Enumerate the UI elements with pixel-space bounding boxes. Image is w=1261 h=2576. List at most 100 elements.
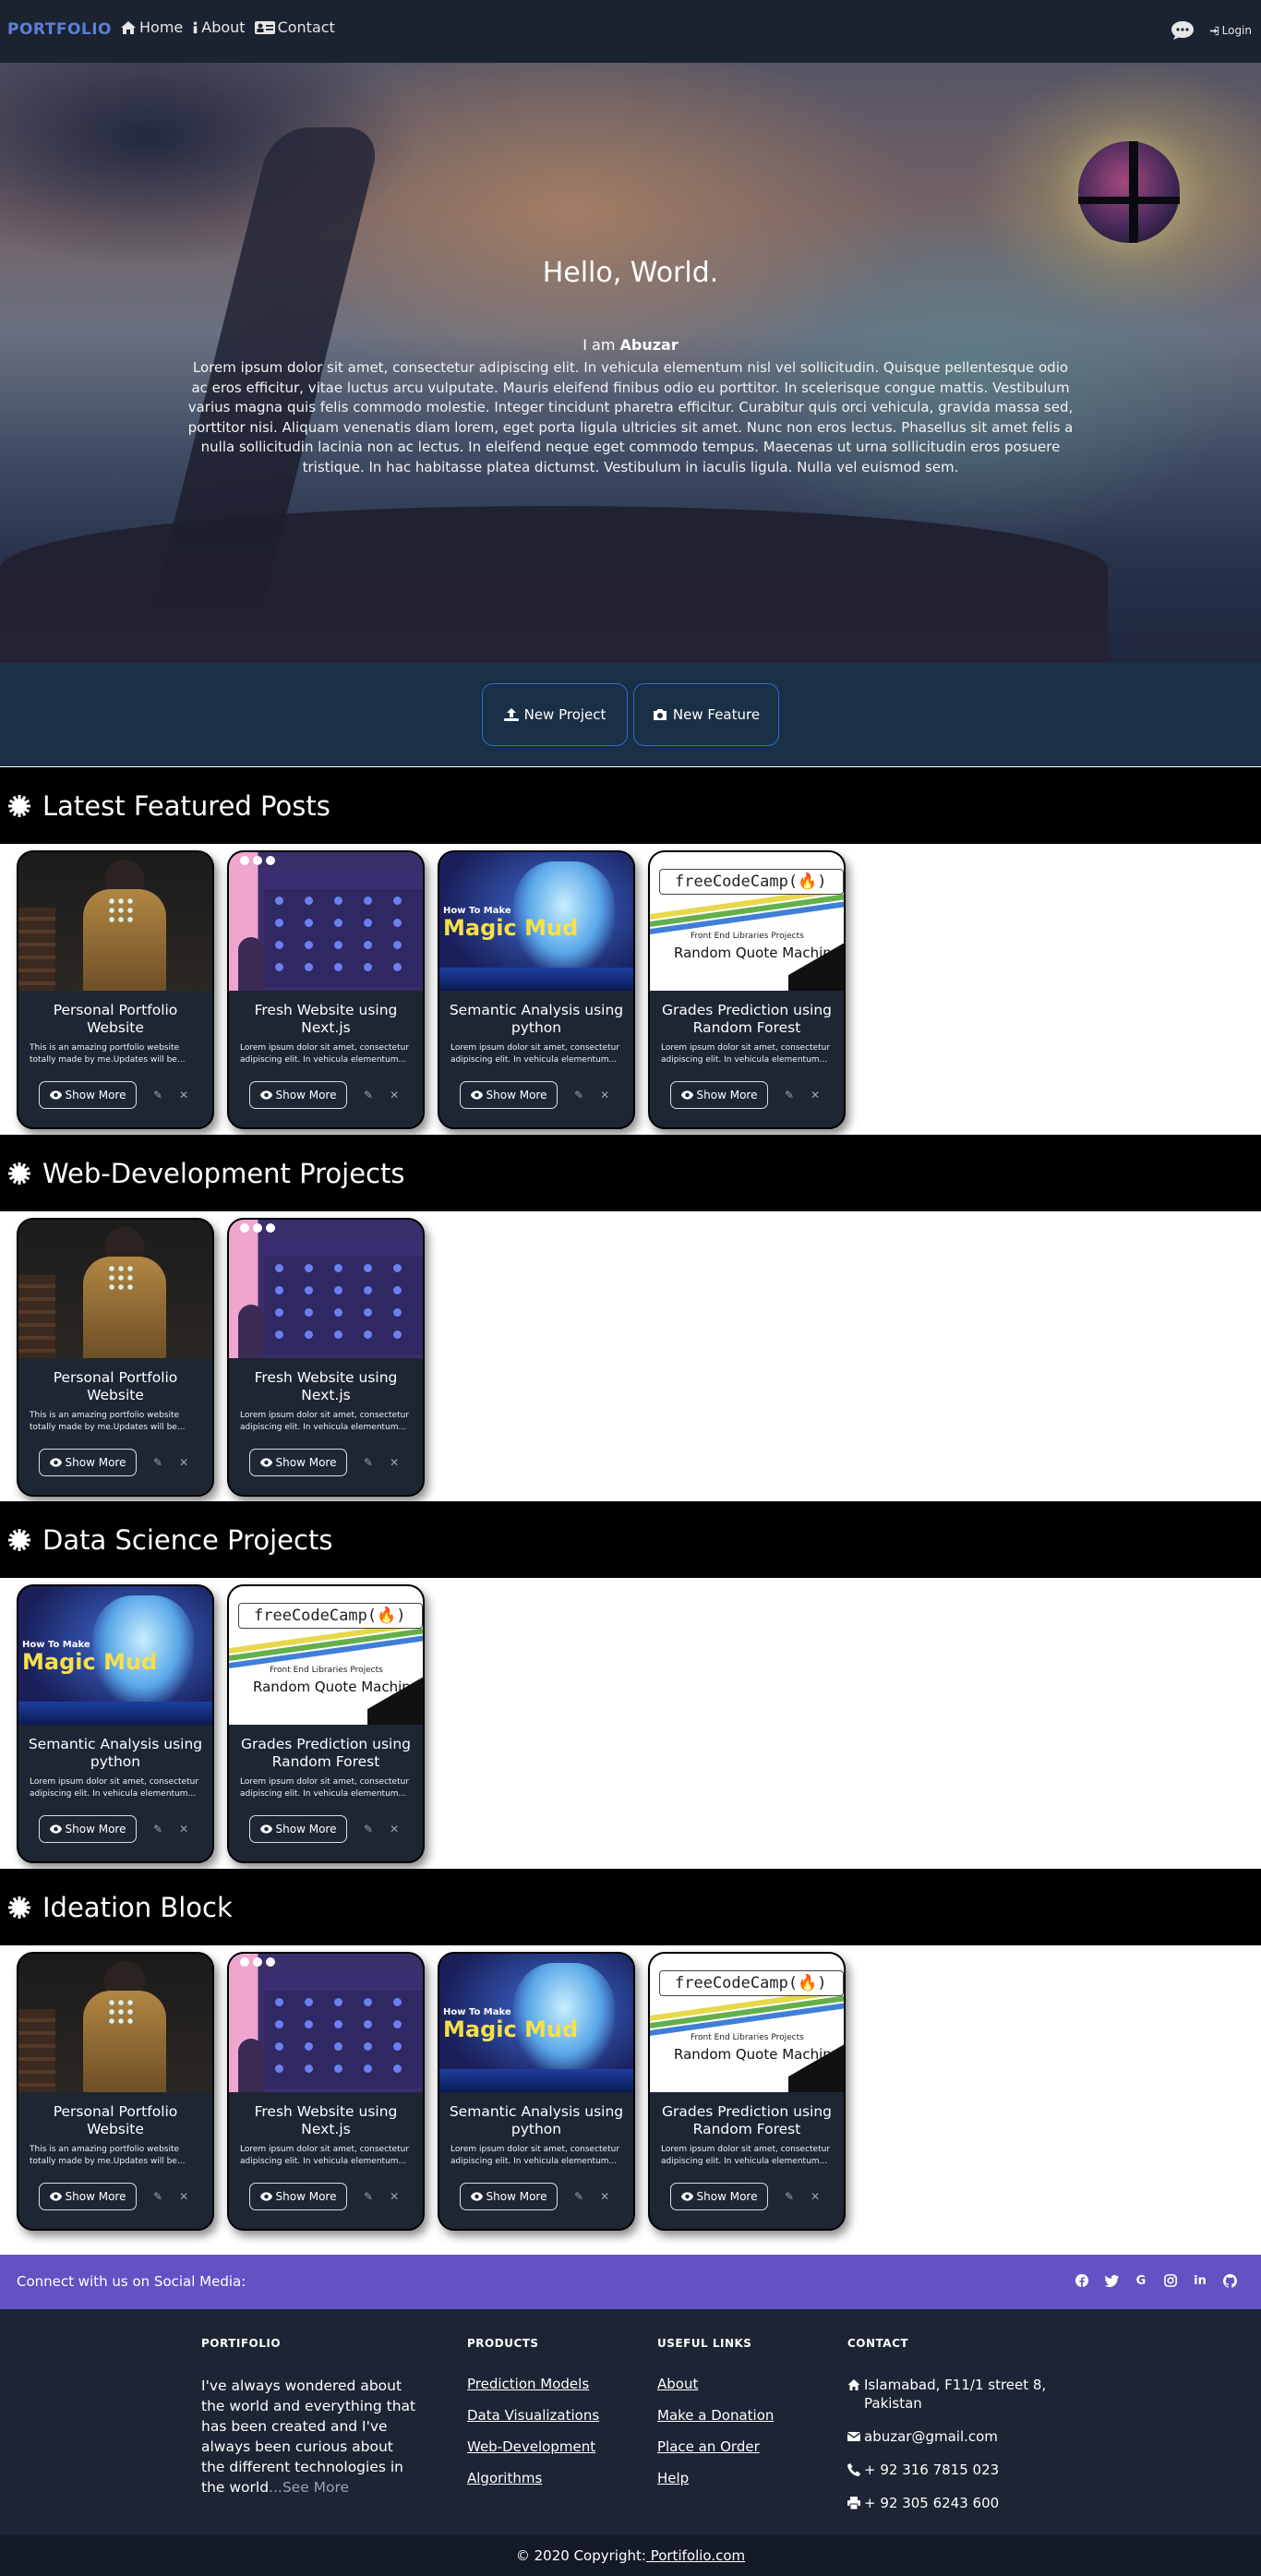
show-more-button[interactable]: Show More bbox=[670, 1081, 768, 1109]
printer-icon bbox=[847, 2497, 860, 2510]
project-card-grades-prediction: freeCodeCamp(🔥) Front End Libraries Proje… bbox=[648, 1952, 846, 2231]
card-actions: Show More ✎ ✕ bbox=[670, 1081, 820, 1109]
delete-icon[interactable]: ✕ bbox=[179, 1823, 188, 1836]
delete-icon[interactable]: ✕ bbox=[600, 2190, 609, 2203]
twitter-icon[interactable] bbox=[1104, 2273, 1119, 2288]
instagram-icon[interactable] bbox=[1163, 2273, 1178, 2288]
edit-icon[interactable]: ✎ bbox=[785, 2190, 794, 2203]
new-project-button[interactable]: New Project bbox=[482, 683, 628, 746]
delete-icon[interactable]: ✕ bbox=[390, 1823, 399, 1836]
nav-links: Home About Contact bbox=[120, 18, 335, 36]
footer-link-donation[interactable]: Make a Donation bbox=[657, 2407, 774, 2424]
nav-contact-link[interactable]: Contact bbox=[254, 18, 335, 36]
edit-icon[interactable]: ✎ bbox=[364, 2190, 373, 2203]
card-image: freeCodeCamp(🔥) Front End Libraries Proje… bbox=[650, 852, 844, 991]
edit-icon[interactable]: ✎ bbox=[364, 1456, 373, 1469]
delete-icon[interactable]: ✕ bbox=[179, 1089, 188, 1101]
card-actions: Show More ✎ ✕ bbox=[460, 1081, 609, 1109]
show-more-button[interactable]: Show More bbox=[249, 1815, 347, 1843]
card-title: Grades Prediction using Random Forest bbox=[661, 1002, 833, 1036]
edit-icon[interactable]: ✎ bbox=[364, 1089, 373, 1101]
card-image bbox=[18, 1220, 212, 1358]
show-more-button[interactable]: Show More bbox=[249, 2183, 347, 2210]
delete-icon[interactable]: ✕ bbox=[179, 1456, 188, 1469]
contact-email: abuzar@gmail.com bbox=[847, 2427, 1069, 2446]
footer-link-web-development[interactable]: Web-Development bbox=[467, 2438, 599, 2455]
show-more-button[interactable]: Show More bbox=[39, 1081, 137, 1109]
edit-icon[interactable]: ✎ bbox=[153, 1823, 162, 1836]
delete-icon[interactable]: ✕ bbox=[811, 1089, 820, 1101]
edit-icon[interactable]: ✎ bbox=[364, 1823, 373, 1836]
delete-icon[interactable]: ✕ bbox=[811, 2190, 820, 2203]
show-more-button[interactable]: Show More bbox=[249, 1449, 347, 1476]
show-more-button[interactable]: Show More bbox=[39, 2183, 137, 2210]
card-actions: Show More ✎ ✕ bbox=[249, 2183, 399, 2210]
chat-icon[interactable] bbox=[1171, 20, 1195, 41]
project-card-portfolio: Personal Portfolio Website This is an ama… bbox=[17, 1218, 214, 1497]
google-icon[interactable]: G bbox=[1134, 2273, 1148, 2288]
card-title: Personal Portfolio Website bbox=[53, 1002, 178, 1036]
footer-about-column: PORTIFOLIO I've always wondered about th… bbox=[201, 2337, 418, 2498]
eye-icon bbox=[680, 1090, 693, 1100]
project-card-nextjs: Fresh Website using Next.js Lorem ipsum d… bbox=[227, 1218, 425, 1497]
footer-link-prediction-models[interactable]: Prediction Models bbox=[467, 2376, 599, 2392]
show-more-button[interactable]: Show More bbox=[39, 1449, 137, 1476]
delete-icon[interactable]: ✕ bbox=[600, 1089, 609, 1101]
brand-logo[interactable]: PORTFOLIO bbox=[7, 20, 112, 39]
show-more-label: Show More bbox=[696, 1089, 758, 1101]
show-more-button[interactable]: Show More bbox=[670, 2183, 768, 2210]
footer-link-about[interactable]: About bbox=[657, 2376, 774, 2392]
contact-fax: + 92 305 6243 600 bbox=[847, 2494, 1069, 2512]
card-actions: Show More ✎ ✕ bbox=[39, 1081, 188, 1109]
footer-see-more-link[interactable]: ...See More bbox=[269, 2479, 349, 2496]
card-actions: Show More ✎ ✕ bbox=[39, 2183, 188, 2210]
show-more-button[interactable]: Show More bbox=[39, 1815, 137, 1843]
eye-icon bbox=[49, 2192, 62, 2201]
card-image: freeCodeCamp(🔥) Front End Libraries Proje… bbox=[650, 1954, 844, 2092]
edit-icon[interactable]: ✎ bbox=[574, 2190, 583, 2203]
delete-icon[interactable]: ✕ bbox=[179, 2190, 188, 2203]
footer-link-order[interactable]: Place an Order bbox=[657, 2438, 774, 2455]
footer-link-algorithms[interactable]: Algorithms bbox=[467, 2470, 599, 2486]
cards-row: Personal Portfolio Website This is an ama… bbox=[17, 1952, 846, 2234]
card-title: Fresh Website using Next.js bbox=[254, 1369, 398, 1403]
nav-home-link[interactable]: Home bbox=[120, 18, 183, 36]
show-more-button[interactable]: Show More bbox=[460, 2183, 558, 2210]
eye-icon bbox=[470, 1090, 483, 1100]
section-title: Web-Development Projects bbox=[42, 1157, 405, 1189]
section-title: Ideation Block bbox=[42, 1891, 233, 1923]
footer-products-column: PRODUCTS Prediction Models Data Visualiz… bbox=[467, 2337, 599, 2501]
copyright-link[interactable]: Portifolio.com bbox=[646, 2547, 745, 2564]
cards-row: How To Make Magic Mud Semantic Analysis us… bbox=[17, 1584, 425, 1867]
card-description: Lorem ipsum dolor sit amet, consectetur … bbox=[240, 1777, 410, 1799]
envelope-icon bbox=[847, 2432, 860, 2441]
cards-row: Personal Portfolio Website This is an ama… bbox=[17, 1218, 425, 1500]
show-more-label: Show More bbox=[65, 2190, 126, 2203]
github-icon[interactable] bbox=[1222, 2273, 1237, 2288]
nav-about-link[interactable]: About bbox=[192, 18, 246, 36]
show-more-button[interactable]: Show More bbox=[249, 1081, 347, 1109]
new-feature-button[interactable]: New Feature bbox=[633, 683, 779, 746]
edit-icon[interactable]: ✎ bbox=[153, 2190, 162, 2203]
card-actions: Show More ✎ ✕ bbox=[39, 1449, 188, 1476]
edit-icon[interactable]: ✎ bbox=[574, 1089, 583, 1101]
card-actions: Show More ✎ ✕ bbox=[249, 1449, 399, 1476]
nav-home-label: Home bbox=[139, 18, 184, 36]
edit-icon[interactable]: ✎ bbox=[153, 1089, 162, 1101]
edit-icon[interactable]: ✎ bbox=[785, 1089, 794, 1101]
copyright-bar: © 2020 Copyright: Portifolio.com bbox=[0, 2535, 1261, 2576]
footer-link-data-visualizations[interactable]: Data Visualizations bbox=[467, 2407, 599, 2424]
show-more-label: Show More bbox=[275, 1089, 337, 1101]
delete-icon[interactable]: ✕ bbox=[390, 1089, 399, 1101]
show-more-label: Show More bbox=[275, 1456, 337, 1469]
delete-icon[interactable]: ✕ bbox=[390, 1456, 399, 1469]
login-link[interactable]: Login bbox=[1209, 24, 1252, 37]
project-card-portfolio: Personal Portfolio Website This is an ama… bbox=[17, 1952, 214, 2231]
delete-icon[interactable]: ✕ bbox=[390, 2190, 399, 2203]
show-more-button[interactable]: Show More bbox=[460, 1081, 558, 1109]
edit-icon[interactable]: ✎ bbox=[153, 1456, 162, 1469]
facebook-icon[interactable] bbox=[1075, 2273, 1089, 2288]
linkedin-icon[interactable]: in bbox=[1193, 2273, 1207, 2288]
navbar: PORTFOLIO Home About Contact Login bbox=[0, 0, 1261, 63]
footer-link-help[interactable]: Help bbox=[657, 2470, 774, 2486]
